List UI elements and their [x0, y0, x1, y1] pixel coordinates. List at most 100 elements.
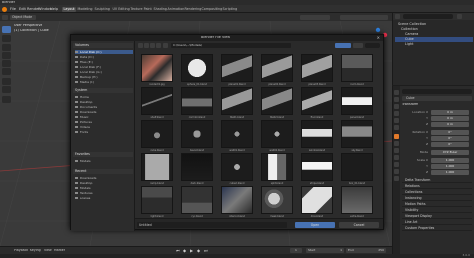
outliner-search-input[interactable] — [403, 14, 453, 19]
collapsed-section-header[interactable]: Relations — [402, 184, 472, 189]
forward-icon[interactable] — [144, 43, 149, 48]
file-thumbnail[interactable]: plane01.blend — [221, 54, 253, 88]
tab-sculpting[interactable]: Sculpting — [93, 7, 111, 12]
file-thumbnail[interactable]: room.blend — [341, 54, 373, 88]
transform-field-value[interactable]: 0 m — [431, 116, 469, 121]
world-tab-icon[interactable] — [394, 125, 399, 130]
menu-help[interactable]: Help — [50, 7, 58, 11]
tool-tab-icon[interactable] — [394, 90, 399, 95]
transform-field-value[interactable]: 0° — [431, 136, 469, 141]
overlay-controls[interactable] — [340, 14, 388, 20]
sidebar-item-recent[interactable]: Models — [75, 186, 133, 190]
file-thumbnail[interactable]: cube2.blend — [221, 153, 253, 187]
timeline-menu-keying[interactable]: Keying — [30, 249, 41, 252]
properties-search-input[interactable] — [402, 89, 472, 94]
next-key-icon[interactable]: ◆ — [197, 248, 200, 253]
jump-start-icon[interactable]: ⏮ — [176, 248, 180, 253]
transform-field-value[interactable]: 0° — [431, 130, 469, 135]
sidebar-item-volumes[interactable]: Local Disk (C:) — [75, 50, 133, 54]
object-name-field[interactable]: Cube — [402, 96, 472, 101]
file-thumbnail[interactable]: box_01.blend — [341, 153, 373, 187]
sidebar-item-system[interactable]: Downloads — [75, 110, 133, 114]
sidebar-item-system[interactable]: Desktop — [75, 100, 133, 104]
file-thumbnail[interactable]: shelf.blend — [141, 87, 173, 121]
filename-field[interactable]: Untitled — [137, 222, 287, 228]
recent-section-header[interactable]: Recent — [73, 169, 133, 174]
file-thumbnail[interactable]: light.blend — [141, 186, 173, 220]
collapsed-section-header[interactable]: Visibility — [402, 208, 472, 213]
sidebar-item-system[interactable]: Videos — [75, 125, 133, 129]
material-tab-icon[interactable] — [394, 176, 399, 181]
collapsed-section-header[interactable]: Delta Transform — [402, 178, 472, 183]
transform-field-value[interactable]: 0° — [431, 142, 469, 147]
filter-search-input[interactable] — [365, 43, 380, 48]
file-thumbnail[interactable]: dice.blend — [301, 186, 333, 220]
cancel-button[interactable]: Cancel — [339, 222, 379, 228]
measure-tool-icon[interactable] — [2, 86, 11, 93]
collapsed-section-header[interactable]: Collections — [402, 190, 472, 195]
scale-tool-icon[interactable] — [2, 60, 11, 67]
add-cube-tool-icon[interactable] — [2, 96, 11, 103]
sidebar-item-system[interactable]: Pictures — [75, 120, 133, 124]
sidebar-item-system[interactable]: Music — [75, 115, 133, 119]
sidebar-item-volumes[interactable]: Local Disk (G:) — [75, 70, 133, 74]
file-thumbnail[interactable]: tile02.blend — [261, 87, 293, 121]
file-thumbnail[interactable]: panel.blend — [341, 87, 373, 121]
view-layer-tab-icon[interactable] — [394, 111, 399, 116]
file-thumbnail[interactable]: stripe.blend — [301, 153, 333, 187]
file-thumbnail[interactable]: cyc.blend — [181, 186, 213, 220]
tab-texture-paint[interactable]: Texture Paint — [129, 7, 153, 12]
file-thumbnail[interactable]: dark.blend — [181, 153, 213, 187]
tab-scripting[interactable]: Scripting — [221, 7, 239, 12]
file-thumbnail[interactable]: split.blend — [261, 153, 293, 187]
mode-selector[interactable]: Object Mode — [10, 14, 36, 20]
transform-field-value[interactable]: 1.000 — [431, 170, 469, 175]
current-frame-field[interactable]: 1 — [290, 248, 302, 253]
path-field[interactable]: C:\Users\...\Models\ — [171, 43, 291, 48]
file-thumbnail[interactable]: floor.blend — [301, 87, 333, 121]
outliner-editor-icon[interactable] — [395, 14, 400, 19]
sidebar-item-volumes[interactable]: Backup (H:) — [75, 75, 133, 79]
sidebar-item-recent[interactable]: Downloads — [75, 176, 133, 180]
collapsed-section-header[interactable]: Motion Paths — [402, 202, 472, 207]
sort-icon[interactable] — [353, 43, 363, 48]
start-frame-field[interactable]: Start 1 — [306, 248, 344, 253]
file-thumbnail[interactable]: sphere_01.blend — [181, 54, 213, 88]
jump-end-icon[interactable]: ⏭ — [204, 248, 208, 253]
collapsed-section-header[interactable]: Line Art — [402, 220, 472, 225]
file-thumbnail[interactable]: window.blend — [301, 120, 333, 154]
collapsed-section-header[interactable]: Instancing — [402, 196, 472, 201]
refresh-icon[interactable] — [156, 43, 161, 48]
file-thumbnail[interactable]: wall02.blend — [261, 120, 293, 154]
sidebar-item-recent[interactable]: Desktop — [75, 181, 133, 185]
sidebar-item-volumes[interactable]: Files (E:) — [75, 60, 133, 64]
transform-tool-icon[interactable] — [2, 68, 11, 75]
end-frame-field[interactable]: End 250 — [346, 248, 386, 253]
sidebar-item-volumes[interactable]: Media (I:) — [75, 80, 133, 84]
close-icon[interactable]: × — [377, 35, 380, 40]
select-box-tool-icon[interactable] — [2, 26, 11, 33]
volumes-section-header[interactable]: Volumes — [73, 43, 133, 48]
sidebar-item-recent[interactable]: Textures — [75, 191, 133, 195]
file-thumbnail[interactable]: wall01.blend — [221, 120, 253, 154]
file-thumbnail[interactable]: sky.blend — [341, 120, 373, 154]
sidebar-item-recent[interactable]: scenes — [75, 196, 133, 200]
blender-logo-icon[interactable] — [2, 6, 7, 12]
file-thumbnail[interactable]: tile01.blend — [221, 87, 253, 121]
collapsed-section-header[interactable]: Viewport Display — [402, 214, 472, 219]
render-tab-icon[interactable] — [394, 97, 399, 102]
prev-key-icon[interactable]: ◆ — [183, 248, 186, 253]
file-thumbnail[interactable]: bevel.blend — [181, 120, 213, 154]
transform-field-value[interactable]: 0 m — [431, 122, 469, 127]
back-icon[interactable] — [138, 43, 143, 48]
transform-field-value[interactable]: XYZ Euler — [431, 150, 469, 155]
sidebar-item-system[interactable]: Fonts — [75, 130, 133, 134]
timeline-menu-marker[interactable]: Marker — [54, 249, 65, 252]
filter-icon[interactable] — [457, 14, 462, 19]
menu-file[interactable]: File — [10, 7, 16, 11]
file-thumbnail[interactable]: interior.blend — [221, 186, 253, 220]
timeline-menu-playback[interactable]: Playback — [14, 249, 28, 252]
rotate-tool-icon[interactable] — [2, 52, 11, 59]
tab-modeling[interactable]: Modeling — [76, 7, 94, 12]
sidebar-item-system[interactable]: Home — [75, 95, 133, 99]
